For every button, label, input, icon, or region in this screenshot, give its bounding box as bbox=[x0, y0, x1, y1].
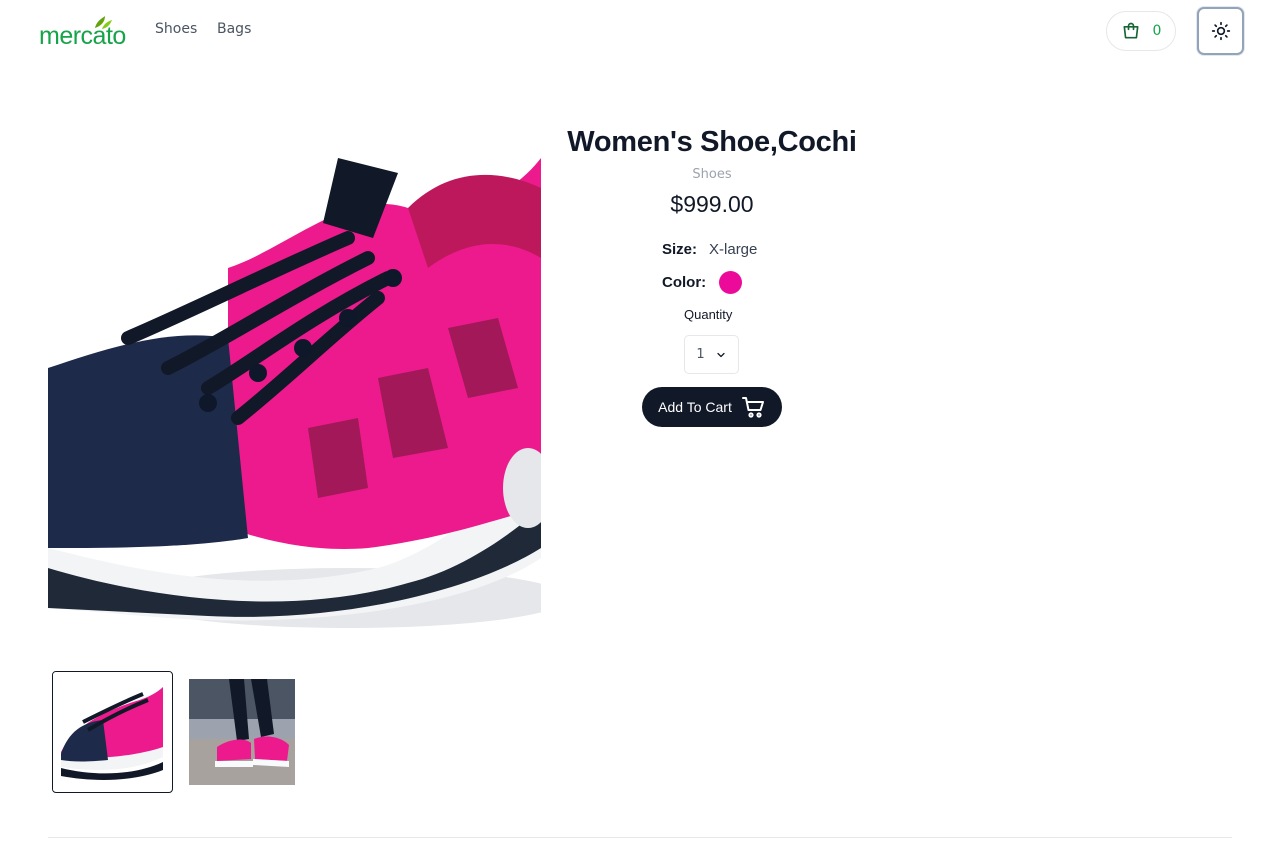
cart-count: 0 bbox=[1152, 23, 1162, 39]
nav-shoes[interactable]: Shoes bbox=[155, 21, 197, 37]
product-title: Women's Shoe,Cochi bbox=[567, 126, 857, 158]
product-category: Shoes bbox=[692, 167, 732, 182]
cart-icon bbox=[741, 397, 764, 418]
size-value: X-large bbox=[709, 241, 758, 258]
chevron-down-icon bbox=[717, 352, 725, 357]
quantity-select[interactable]: 1 bbox=[684, 335, 739, 374]
thumbnail-1[interactable] bbox=[52, 671, 173, 793]
color-label: Color: bbox=[662, 274, 707, 291]
product-main-image bbox=[48, 128, 541, 628]
size-row: Size: X-large bbox=[662, 241, 757, 258]
nav-bags[interactable]: Bags bbox=[217, 21, 251, 37]
cart-button[interactable]: 0 bbox=[1106, 11, 1176, 51]
sun-icon bbox=[1211, 21, 1230, 41]
logo[interactable]: mercato bbox=[39, 14, 135, 50]
divider bbox=[48, 837, 1232, 838]
leaf-icon bbox=[95, 16, 112, 29]
quantity-label: Quantity bbox=[684, 307, 733, 322]
product-info: Women's Shoe,Cochi Shoes $999.00 bbox=[557, 126, 867, 218]
add-to-cart-button[interactable]: Add To Cart bbox=[642, 387, 782, 427]
theme-toggle-button[interactable] bbox=[1197, 7, 1244, 55]
sneaker-worn-thumbnail bbox=[189, 679, 295, 785]
quantity-value: 1 bbox=[696, 347, 705, 362]
size-label: Size: bbox=[662, 241, 698, 258]
thumbnail-2[interactable] bbox=[189, 679, 295, 785]
color-swatch[interactable] bbox=[719, 271, 743, 294]
product-price: $999.00 bbox=[670, 191, 754, 217]
shopping-bag-icon bbox=[1123, 22, 1139, 39]
sneaker-side-thumbnail bbox=[53, 672, 171, 791]
sneaker-illustration bbox=[48, 158, 541, 628]
color-row: Color: bbox=[662, 271, 743, 294]
add-to-cart-label: Add To Cart bbox=[658, 399, 732, 415]
